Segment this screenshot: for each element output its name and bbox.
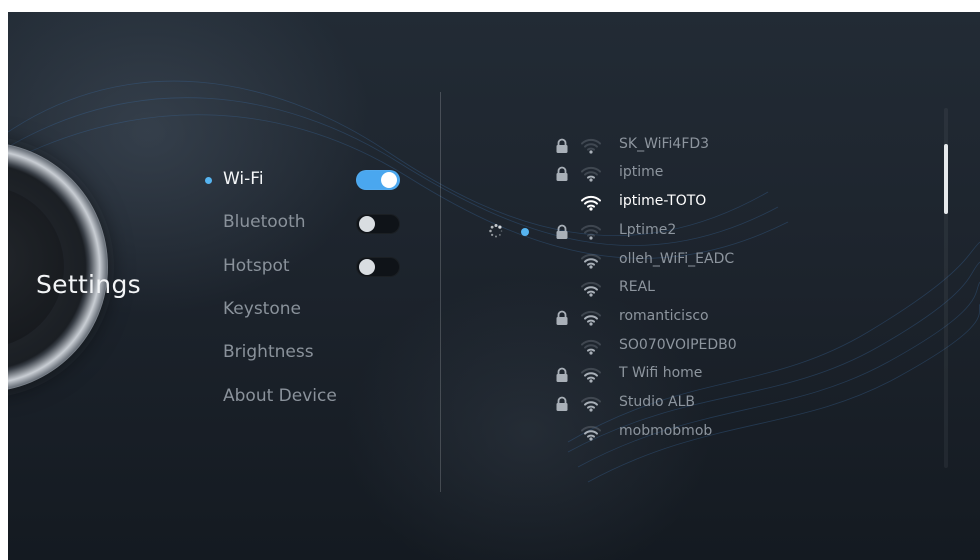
menu-item-brightness[interactable]: Brightness xyxy=(223,342,314,362)
lock-icon xyxy=(556,367,568,382)
lock-icon xyxy=(556,166,568,181)
wifi-network-name: Studio ALB xyxy=(619,394,696,410)
hotspot-toggle[interactable] xyxy=(356,257,400,277)
wifi-signal-icon xyxy=(581,195,601,211)
scrollbar-thumb[interactable] xyxy=(944,144,948,214)
lock-icon xyxy=(556,310,568,325)
wifi-network-row[interactable]: Studio ALB xyxy=(478,393,878,415)
wifi-network-name: iptime xyxy=(619,164,664,180)
wifi-network-row[interactable]: SK_WiFi4FD3 xyxy=(478,135,878,157)
wifi-network-row[interactable]: iptime-TOTO xyxy=(478,192,878,214)
wifi-network-row[interactable]: REAL xyxy=(478,278,878,300)
menu-item-about-device[interactable]: About Device xyxy=(223,386,337,406)
toggle-knob xyxy=(359,259,375,275)
wifi-signal-icon xyxy=(581,425,601,441)
bluetooth-toggle[interactable] xyxy=(356,214,400,234)
menu-item-hotspot[interactable]: Hotspot xyxy=(223,256,290,276)
wifi-signal-icon xyxy=(581,253,601,269)
wifi-network-row[interactable]: SO070VOIPEDB0 xyxy=(478,336,878,358)
menu-item-bluetooth[interactable]: Bluetooth xyxy=(223,212,306,232)
wifi-network-name: iptime-TOTO xyxy=(619,193,707,209)
wifi-signal-icon xyxy=(581,138,601,154)
wifi-signal-icon xyxy=(581,281,601,297)
wifi-network-name: T Wifi home xyxy=(619,365,703,381)
selection-indicator-dot xyxy=(521,228,529,236)
dial-center xyxy=(8,186,64,348)
wifi-network-row[interactable]: iptime xyxy=(478,163,878,185)
wifi-toggle[interactable] xyxy=(356,170,400,190)
wifi-network-name: SK_WiFi4FD3 xyxy=(619,136,710,152)
lock-icon xyxy=(556,138,568,153)
wifi-signal-icon xyxy=(581,339,601,355)
menu-item-wifi[interactable]: Wi-Fi xyxy=(223,169,264,189)
wifi-signal-icon xyxy=(581,396,601,412)
loading-spinner-icon xyxy=(489,223,503,238)
wifi-signal-icon xyxy=(581,224,601,240)
toggle-knob xyxy=(359,216,375,232)
active-indicator-dot xyxy=(205,177,212,184)
settings-screen: Settings Wi-Fi Bluetooth Hotspot Keyston… xyxy=(8,12,980,560)
lock-icon xyxy=(556,224,568,239)
lock-icon xyxy=(556,396,568,411)
wifi-network-name: olleh_WiFi_EADC xyxy=(619,251,735,267)
wifi-network-row[interactable]: Lptime2 xyxy=(478,221,878,243)
wifi-network-row[interactable]: mobmobmob xyxy=(478,422,878,444)
wifi-network-name: romanticisco xyxy=(619,308,709,324)
toggle-knob xyxy=(381,172,397,188)
wifi-network-row[interactable]: T Wifi home xyxy=(478,364,878,386)
scrollbar[interactable] xyxy=(944,108,948,468)
panel-divider xyxy=(440,92,441,492)
wifi-signal-icon xyxy=(581,166,601,182)
menu-item-keystone[interactable]: Keystone xyxy=(223,299,301,319)
wifi-network-row[interactable]: olleh_WiFi_EADC xyxy=(478,250,878,272)
wifi-network-row[interactable]: romanticisco xyxy=(478,307,878,329)
wifi-network-name: REAL xyxy=(619,279,655,295)
wifi-network-name: Lptime2 xyxy=(619,222,677,238)
wifi-signal-icon xyxy=(581,367,601,383)
wifi-signal-icon xyxy=(581,310,601,326)
wifi-network-name: mobmobmob xyxy=(619,423,713,439)
wifi-network-name: SO070VOIPEDB0 xyxy=(619,337,737,353)
page-title: Settings xyxy=(36,270,141,299)
